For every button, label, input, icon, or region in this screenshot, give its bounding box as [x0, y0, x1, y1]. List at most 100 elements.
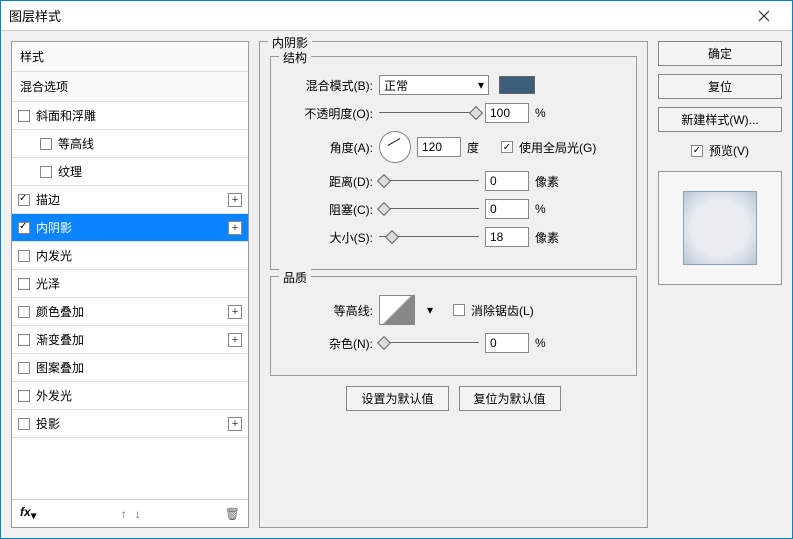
make-default-button[interactable]: 设置为默认值 [346, 386, 448, 411]
choke-input[interactable]: 0 [485, 199, 529, 219]
noise-input[interactable]: 0 [485, 333, 529, 353]
delete-button[interactable]: 🗑 [225, 507, 240, 521]
sidebar-item-texture[interactable]: 纹理 [12, 158, 248, 186]
unit-label: 像素 [535, 173, 563, 190]
checkbox-icon[interactable] [18, 390, 30, 402]
antialias-label: 消除锯齿(L) [471, 302, 534, 319]
opacity-label: 不透明度(O): [283, 105, 373, 122]
effects-sidebar: 样式 混合选项 斜面和浮雕 等高线 纹理 描边 + 内阴影 + [11, 41, 249, 528]
checkbox-icon[interactable] [18, 418, 30, 430]
global-light-checkbox[interactable] [501, 141, 513, 153]
noise-slider[interactable] [379, 336, 479, 350]
sidebar-item-label: 图案叠加 [36, 359, 84, 376]
sidebar-item-inner-glow[interactable]: 内发光 [12, 242, 248, 270]
checkbox-icon[interactable] [18, 250, 30, 262]
checkbox-icon[interactable] [40, 138, 52, 150]
add-instance-button[interactable]: + [228, 193, 242, 207]
checkbox-icon[interactable] [18, 334, 30, 346]
size-input[interactable]: 18 [485, 227, 529, 247]
add-instance-button[interactable]: + [228, 333, 242, 347]
sidebar-footer: fx▾ ↑ ↓ 🗑 [12, 499, 248, 527]
preview-swatch [683, 191, 757, 265]
size-slider[interactable] [379, 230, 479, 244]
checkbox-icon[interactable] [18, 306, 30, 318]
window-title: 图层样式 [9, 6, 61, 25]
right-column: 确定 复位 新建样式(W)... 预览(V) [658, 41, 782, 528]
contour-picker[interactable] [379, 295, 415, 325]
preview-box [658, 171, 782, 285]
sidebar-item-label: 颜色叠加 [36, 303, 84, 320]
sidebar-item-label: 投影 [36, 415, 60, 432]
checkbox-icon[interactable] [40, 166, 52, 178]
sidebar-item-outer-glow[interactable]: 外发光 [12, 382, 248, 410]
select-value: 正常 [384, 77, 408, 94]
add-instance-button[interactable]: + [228, 305, 242, 319]
sidebar-item-pattern-overlay[interactable]: 图案叠加 [12, 354, 248, 382]
contour-label: 等高线: [283, 302, 373, 319]
close-icon [758, 10, 770, 22]
checkbox-icon[interactable] [18, 194, 30, 206]
cancel-button[interactable]: 复位 [658, 74, 782, 99]
checkbox-icon[interactable] [18, 222, 30, 234]
antialias-checkbox[interactable] [453, 304, 465, 316]
add-instance-button[interactable]: + [228, 221, 242, 235]
titlebar: 图层样式 [1, 1, 792, 31]
sidebar-item-label: 纹理 [58, 163, 82, 180]
checkbox-icon[interactable] [18, 110, 30, 122]
blend-mode-label: 混合模式(B): [283, 77, 373, 94]
sidebar-item-label: 描边 [36, 191, 60, 208]
new-style-button[interactable]: 新建样式(W)... [658, 107, 782, 132]
unit-label: % [535, 336, 563, 350]
group-legend: 品质 [279, 269, 311, 286]
sidebar-item-satin[interactable]: 光泽 [12, 270, 248, 298]
sidebar-head-blending[interactable]: 混合选项 [12, 72, 248, 102]
opacity-slider[interactable] [379, 106, 479, 120]
distance-input[interactable]: 0 [485, 171, 529, 191]
unit-label: % [535, 202, 563, 216]
shadow-color-swatch[interactable] [499, 76, 535, 94]
distance-label: 距离(D): [283, 173, 373, 190]
angle-dial[interactable] [379, 131, 411, 163]
close-button[interactable] [744, 1, 784, 31]
checkbox-icon[interactable] [18, 278, 30, 290]
unit-label: 度 [467, 139, 495, 156]
main-panel: 内阴影 结构 混合模式(B): 正常 ▾ 不透明度(O): [259, 41, 648, 528]
ok-button[interactable]: 确定 [658, 41, 782, 66]
sidebar-head-styles[interactable]: 样式 [12, 42, 248, 72]
opacity-input[interactable]: 100 [485, 103, 529, 123]
sidebar-item-inner-shadow[interactable]: 内阴影 + [12, 214, 248, 242]
fx-menu-button[interactable]: fx▾ [20, 505, 37, 522]
reset-default-button[interactable]: 复位为默认值 [459, 386, 561, 411]
unit-label: % [535, 106, 563, 120]
angle-label: 角度(A): [283, 139, 373, 156]
blend-mode-select[interactable]: 正常 ▾ [379, 75, 489, 95]
size-label: 大小(S): [283, 229, 373, 246]
choke-slider[interactable] [379, 202, 479, 216]
layer-style-dialog: 图层样式 样式 混合选项 斜面和浮雕 等高线 纹理 描边 + [0, 0, 793, 539]
move-down-button[interactable]: ↓ [135, 507, 141, 521]
sidebar-item-contour[interactable]: 等高线 [12, 130, 248, 158]
sidebar-item-label: 斜面和浮雕 [36, 107, 96, 124]
sidebar-item-label: 等高线 [58, 135, 94, 152]
move-up-button[interactable]: ↑ [121, 507, 127, 521]
effect-panel: 内阴影 结构 混合模式(B): 正常 ▾ 不透明度(O): [259, 41, 648, 528]
sidebar-item-label: 内发光 [36, 247, 72, 264]
add-instance-button[interactable]: + [228, 417, 242, 431]
distance-slider[interactable] [379, 174, 479, 188]
chevron-down-icon[interactable]: ▾ [427, 303, 433, 317]
sidebar-item-color-overlay[interactable]: 颜色叠加 + [12, 298, 248, 326]
sidebar-item-drop-shadow[interactable]: 投影 + [12, 410, 248, 438]
quality-group: 品质 等高线: ▾ 消除锯齿(L) 杂色(N): 0 % [270, 276, 637, 376]
sidebar-item-bevel[interactable]: 斜面和浮雕 [12, 102, 248, 130]
sidebar-item-label: 外发光 [36, 387, 72, 404]
sidebar-item-gradient-overlay[interactable]: 渐变叠加 + [12, 326, 248, 354]
noise-label: 杂色(N): [283, 335, 373, 352]
sidebar-item-stroke[interactable]: 描边 + [12, 186, 248, 214]
angle-input[interactable]: 120 [417, 137, 461, 157]
checkbox-icon[interactable] [18, 362, 30, 374]
preview-checkbox[interactable] [691, 145, 703, 157]
sidebar-item-label: 渐变叠加 [36, 331, 84, 348]
choke-label: 阻塞(C): [283, 201, 373, 218]
group-legend: 结构 [279, 49, 311, 66]
unit-label: 像素 [535, 229, 563, 246]
